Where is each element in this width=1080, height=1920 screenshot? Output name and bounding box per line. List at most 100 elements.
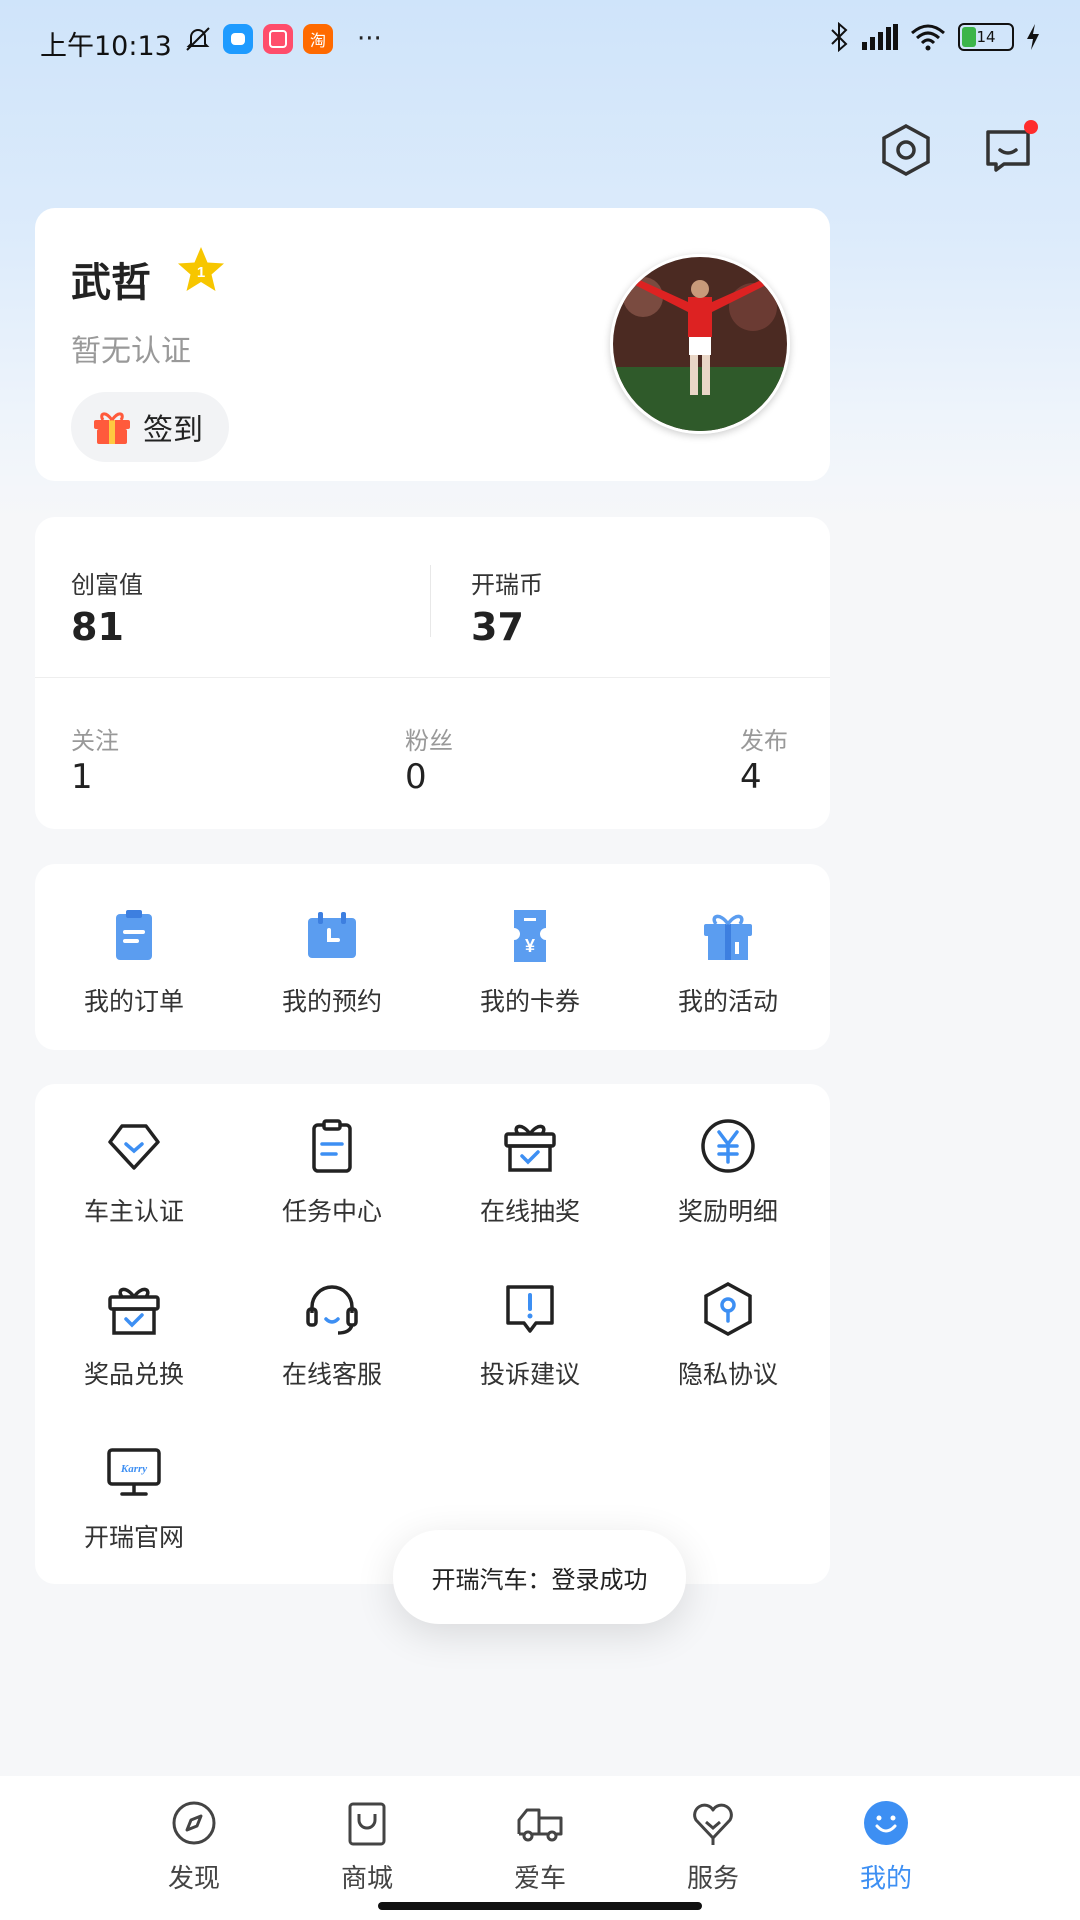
my-activities-label: 我的活动 [677, 987, 778, 1016]
my-coupons-label: 我的卡券 [479, 987, 580, 1016]
follow-label: 关注 [71, 727, 119, 755]
services-card: 车主认证 任务中心 在线抽奖 奖励明细 奖品兑换 在线客服 投诉建议 隐私协议 … [35, 1084, 830, 1584]
coin-value[interactable]: 37 [471, 605, 524, 649]
online-support-label: 在线客服 [281, 1360, 382, 1389]
my-appointments-label: 我的预约 [281, 987, 382, 1016]
follow-value: 1 [71, 757, 93, 797]
kuaishou-app-icon [263, 24, 293, 54]
level-number: 1 [197, 264, 205, 281]
tab-mall[interactable]: 商城 [307, 1798, 427, 1895]
settings-hexagon-icon [882, 124, 930, 176]
stats-separator [35, 677, 830, 678]
prize-box-icon [108, 1287, 160, 1335]
task-center-label: 任务中心 [281, 1197, 382, 1226]
tab-discover[interactable]: 发现 [134, 1798, 254, 1895]
fans-value: 0 [405, 757, 427, 797]
clipboard-icon [312, 1119, 352, 1173]
smile-icon [864, 1801, 908, 1845]
diamond-check-icon [108, 1124, 160, 1170]
privacy-policy-item[interactable]: 隐私协议 [629, 1279, 827, 1391]
karry-logo-text: Karry [120, 1463, 147, 1475]
my-coupons-item[interactable]: ¥ 我的卡券 [431, 906, 629, 1018]
more-notifications-icon: ··· [357, 24, 382, 54]
coupon-icon: ¥ [514, 910, 546, 962]
wealth-value[interactable]: 81 [71, 605, 124, 649]
fans-label: 粉丝 [405, 727, 453, 755]
complaint-feedback-item[interactable]: 投诉建议 [431, 1279, 629, 1391]
coin-label: 开瑞币 [471, 571, 543, 599]
wifi-icon [911, 24, 945, 51]
message-app-icon [223, 24, 253, 54]
checkin-button[interactable]: 签到 [71, 392, 229, 462]
checkin-label: 签到 [143, 413, 203, 448]
privacy-policy-label: 隐私协议 [677, 1360, 778, 1389]
star-level-icon: 1 [178, 247, 224, 291]
prize-exchange-label: 奖品兑换 [83, 1360, 184, 1389]
shopping-bag-icon [348, 1802, 386, 1846]
svg-text:¥: ¥ [525, 936, 535, 956]
complaint-feedback-label: 投诉建议 [479, 1360, 580, 1389]
messages-button[interactable] [980, 120, 1040, 180]
orders-card: 我的订单 我的预约 ¥ 我的卡券 我的活动 [35, 864, 830, 1050]
my-orders-label: 我的订单 [83, 987, 184, 1016]
battery-level: 14 [976, 28, 996, 46]
official-website-item[interactable]: Karry 开瑞官网 [35, 1442, 233, 1554]
heart-service-icon [693, 1803, 733, 1845]
tab-mine-label: 我的 [859, 1864, 912, 1894]
yuan-icon [701, 1119, 755, 1173]
tab-service-label: 服务 [686, 1864, 739, 1894]
privacy-icon [704, 1282, 752, 1336]
login-success-toast: 开瑞汽车：登录成功 [393, 1530, 686, 1624]
gift-check-icon [504, 1124, 556, 1172]
order-icon [116, 910, 152, 960]
online-lottery-item[interactable]: 在线抽奖 [431, 1116, 629, 1228]
monitor-icon: Karry [107, 1448, 161, 1496]
status-notifications: 淘 ··· [183, 24, 382, 54]
owner-certification-item[interactable]: 车主认证 [35, 1116, 233, 1228]
tab-mine[interactable]: 我的 [826, 1798, 946, 1895]
reward-details-label: 奖励明细 [677, 1197, 778, 1226]
unread-badge [1024, 120, 1038, 134]
bottom-tab-bar: 发现 商城 爱车 服务 我的 [0, 1776, 1080, 1920]
my-orders-item[interactable]: 我的订单 [35, 906, 233, 1018]
profile-card: 武哲 1 暂无认证 签到 [35, 208, 830, 481]
avatar[interactable] [610, 254, 790, 434]
gift-box-icon [704, 914, 752, 960]
my-appointments-item[interactable]: 我的预约 [233, 906, 431, 1018]
online-lottery-label: 在线抽奖 [479, 1197, 580, 1226]
certification-status[interactable]: 暂无认证 [71, 326, 191, 370]
charging-icon [1027, 24, 1039, 50]
owner-certification-label: 车主认证 [83, 1197, 184, 1226]
tab-service[interactable]: 服务 [653, 1798, 773, 1895]
user-name[interactable]: 武哲 [71, 250, 151, 308]
wealth-label: 创富值 [71, 571, 143, 599]
taobao-app-icon: 淘 [303, 24, 333, 54]
official-website-label: 开瑞官网 [83, 1523, 184, 1552]
status-bar: 上午10:13 淘 ··· 14 [0, 0, 1080, 84]
posts-value: 4 [740, 757, 762, 797]
gift-icon [94, 412, 130, 444]
tab-my-car[interactable]: 爱车 [480, 1798, 600, 1895]
headset-icon [306, 1285, 358, 1335]
reward-details-item[interactable]: 奖励明细 [629, 1116, 827, 1228]
signal-icon [862, 24, 898, 50]
settings-button[interactable] [876, 120, 936, 180]
prize-exchange-item[interactable]: 奖品兑换 [35, 1279, 233, 1391]
avatar-photo [613, 257, 787, 431]
tab-my-car-label: 爱车 [513, 1864, 566, 1894]
status-system: 14 [828, 22, 1040, 52]
level-badge: 1 [175, 244, 227, 296]
calendar-icon [308, 912, 356, 958]
mute-icon [186, 27, 210, 51]
battery-icon: 14 [958, 23, 1014, 51]
feedback-icon [506, 1285, 554, 1333]
home-indicator[interactable] [378, 1902, 702, 1910]
truck-icon [517, 1808, 563, 1842]
stats-divider [430, 565, 431, 637]
online-support-item[interactable]: 在线客服 [233, 1279, 431, 1391]
bluetooth-icon [831, 22, 848, 52]
my-activities-item[interactable]: 我的活动 [629, 906, 827, 1018]
compass-icon [172, 1801, 216, 1845]
task-center-item[interactable]: 任务中心 [233, 1116, 431, 1228]
tab-mall-label: 商城 [340, 1864, 393, 1894]
